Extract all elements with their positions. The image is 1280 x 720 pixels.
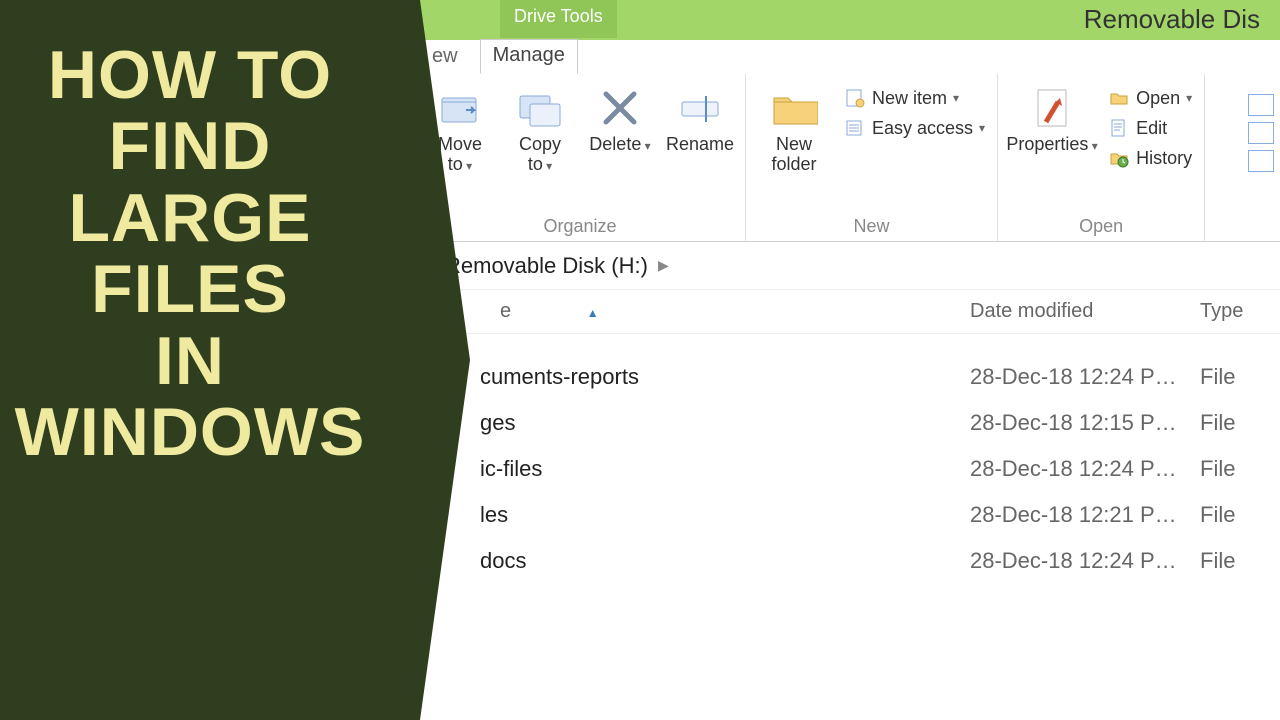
context-tab-drive-tools[interactable]: Drive Tools [500,0,617,38]
history-button[interactable]: History [1104,144,1196,172]
breadcrumb-current[interactable]: Removable Disk (H:) [445,253,648,279]
easy-access-icon [844,117,866,139]
file-type: File [1200,456,1235,482]
list-item[interactable]: ges 28-Dec-18 12:15 P… File [0,400,1280,446]
new-folder-icon [770,84,818,132]
column-header-name[interactable]: e ▲ [500,300,599,323]
group-label-open: Open [1006,216,1196,239]
folder-move-icon [436,84,484,132]
copy-to-label: Copyto [519,134,561,176]
invert-select-icon[interactable] [1248,150,1274,172]
folder-copy-icon [516,84,564,132]
tab-manage[interactable]: Manage [480,39,578,74]
new-item-label: New item [872,88,947,109]
history-icon [1108,147,1130,169]
rename-label: Rename [666,134,734,154]
properties-button[interactable]: Properties [1006,80,1098,156]
move-to-label: Moveto [438,134,482,176]
file-date: 28-Dec-18 12:24 P… [970,364,1177,390]
file-name: ges [480,410,515,436]
column-name-text: e [500,300,511,322]
group-label-new: New [754,216,989,239]
file-name: les [480,502,508,528]
rename-icon [676,84,724,132]
history-label: History [1136,148,1192,169]
easy-access-button[interactable]: Easy access [840,114,989,142]
edit-label: Edit [1136,118,1167,139]
open-icon [1108,87,1130,109]
file-name: ic-files [480,456,542,482]
open-label: Open [1136,88,1180,109]
edit-button[interactable]: Edit [1104,114,1196,142]
window-title: Removable Dis [1084,4,1260,35]
ribbon: Moveto Copyto Delete Rename Org [0,74,1280,242]
ribbon-group-new: Newfolder New item Easy access New [746,74,998,241]
file-type: File [1200,410,1235,436]
new-folder-button[interactable]: Newfolder [754,80,834,174]
group-label-organize: Organize [423,216,737,239]
tab-view-partial[interactable]: ew [420,41,470,74]
properties-label: Properties [1006,134,1097,156]
ribbon-view-icons [1248,94,1274,172]
open-button[interactable]: Open [1104,84,1196,112]
copy-to-button[interactable]: Copyto [503,80,577,176]
list-item[interactable]: les 28-Dec-18 12:21 P… File [0,492,1280,538]
ribbon-tabs: ew Manage [0,40,1280,74]
titlebar: Drive Tools Removable Dis [0,0,1280,40]
file-date: 28-Dec-18 12:21 P… [970,502,1177,528]
column-header-date[interactable]: Date modified [970,300,1093,323]
list-item[interactable]: docs 28-Dec-18 12:24 P… File [0,538,1280,584]
file-date: 28-Dec-18 12:24 P… [970,456,1177,482]
properties-icon [1028,84,1076,132]
delete-label: Delete [589,134,650,156]
chevron-right-icon[interactable]: ▶ [658,257,669,274]
file-date: 28-Dec-18 12:15 P… [970,410,1177,436]
new-item-button[interactable]: New item [840,84,989,112]
file-name: docs [480,548,526,574]
edit-icon [1108,117,1130,139]
select-none-icon[interactable] [1248,122,1274,144]
new-item-icon [844,87,866,109]
list-item[interactable]: cuments-reports 28-Dec-18 12:24 P… File [0,354,1280,400]
file-type: File [1200,364,1235,390]
file-name: cuments-reports [480,364,639,390]
delete-button[interactable]: Delete [583,80,657,156]
file-list: cuments-reports 28-Dec-18 12:24 P… File … [0,334,1280,584]
ribbon-group-organize: Moveto Copyto Delete Rename Org [415,74,746,241]
easy-access-label: Easy access [872,118,973,139]
file-type: File [1200,548,1235,574]
breadcrumb-bar[interactable]: Removable Disk (H:) ▶ [0,242,1280,290]
rename-button[interactable]: Rename [663,80,737,154]
column-header-type[interactable]: Type [1200,300,1243,323]
ribbon-group-open: Properties Open Edit [998,74,1205,241]
move-to-button[interactable]: Moveto [423,80,497,176]
file-type: File [1200,502,1235,528]
select-all-icon[interactable] [1248,94,1274,116]
list-item[interactable]: ic-files 28-Dec-18 12:24 P… File [0,446,1280,492]
sort-asc-icon: ▲ [587,306,599,320]
column-header-row: e ▲ Date modified Type [0,290,1280,334]
delete-x-icon [596,84,644,132]
file-date: 28-Dec-18 12:24 P… [970,548,1177,574]
new-folder-label: Newfolder [771,134,816,174]
